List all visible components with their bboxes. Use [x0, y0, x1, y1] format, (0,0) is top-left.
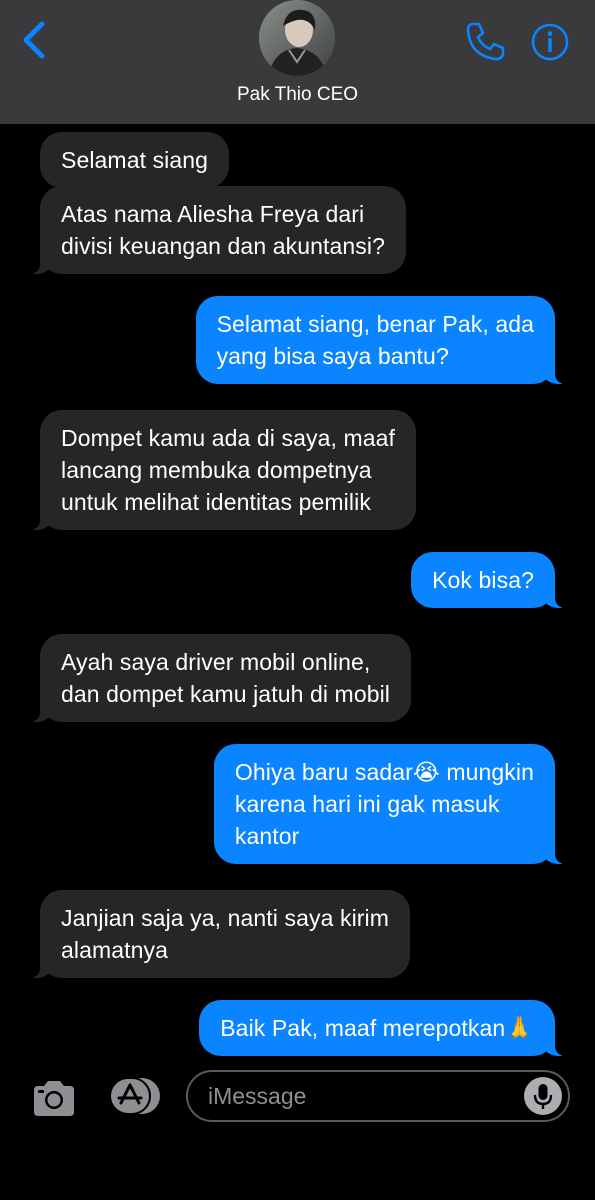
incoming-message[interactable]: Dompet kamu ada di saya, maaf lancang me…	[25, 410, 417, 530]
outgoing-message[interactable]: Selamat siang, benar Pak, ada yang bisa …	[195, 296, 570, 384]
phone-icon	[466, 22, 505, 61]
back-button[interactable]	[18, 20, 54, 60]
incoming-message[interactable]: Atas nama Aliesha Freya dari divisi keua…	[26, 186, 406, 274]
incoming-message[interactable]: Ayah saya driver mobil online, dan dompe…	[25, 634, 412, 722]
imessage-input[interactable]	[208, 1072, 508, 1120]
composer-bar	[0, 1060, 595, 1200]
call-button[interactable]	[464, 20, 506, 62]
outgoing-message[interactable]: Kok bisa?	[411, 552, 569, 608]
info-icon	[531, 23, 569, 61]
camera-button[interactable]	[30, 1078, 78, 1120]
incoming-message[interactable]: Janjian saja ya, nanti saya kirim alamat…	[25, 890, 411, 978]
app-store-icon	[109, 1077, 160, 1115]
incoming-message[interactable]: Selamat siang	[40, 132, 230, 188]
camera-icon	[34, 1081, 74, 1116]
message-field[interactable]	[186, 1070, 570, 1122]
outgoing-message[interactable]: Ohiya baru sadar😭 mungkin karena hari in…	[213, 744, 570, 864]
outgoing-message[interactable]: Baik Pak, maaf merepotkan🙏	[199, 1000, 569, 1056]
contact-avatar[interactable]	[259, 0, 335, 76]
app-store-button[interactable]	[108, 1076, 162, 1116]
contact-name[interactable]: Pak Thio CEO	[0, 84, 595, 106]
dictation-button[interactable]	[524, 1077, 562, 1115]
avatar-photo	[259, 0, 335, 76]
conversation-header: Pak Thio CEO	[0, 0, 595, 124]
message-thread[interactable]: Selamat siang Atas nama Aliesha Freya da…	[0, 124, 595, 1060]
info-button[interactable]	[530, 22, 570, 62]
chevron-left-icon	[23, 21, 45, 59]
microphone-icon	[533, 1084, 553, 1109]
